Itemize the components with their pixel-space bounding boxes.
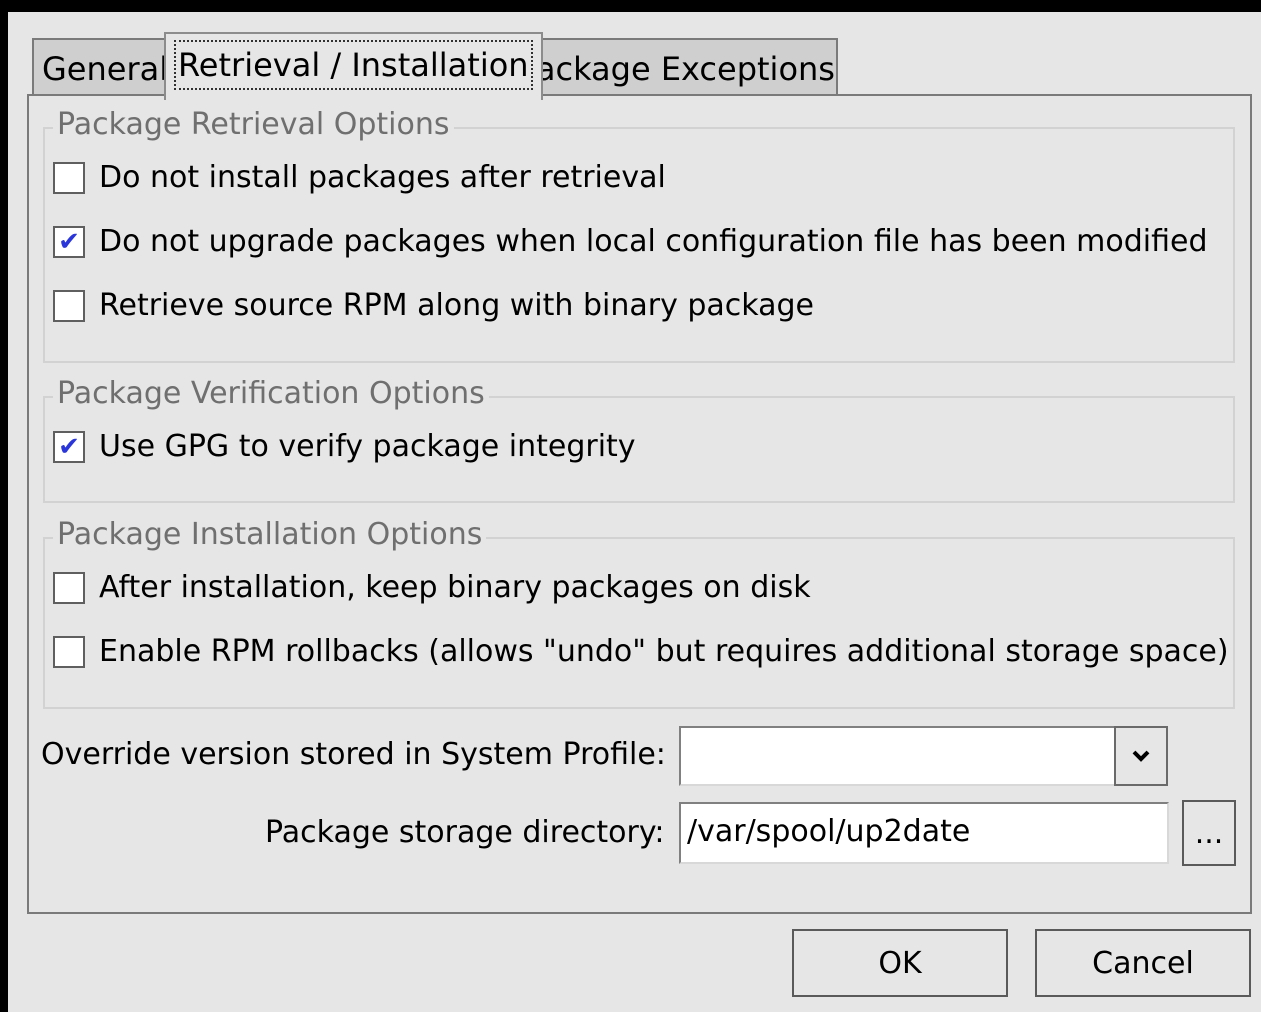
keep-binary-checkbox[interactable]: [53, 572, 85, 604]
enable-rpm-rollbacks-option[interactable]: Enable RPM rollbacks (allows "undo" but …: [53, 632, 1229, 672]
storage-directory-label: Package storage directory:: [265, 815, 665, 850]
retrieval-options-title: Package Retrieval Options: [53, 107, 454, 143]
override-version-dropdown-button[interactable]: [1114, 726, 1168, 786]
cancel-button[interactable]: Cancel: [1035, 929, 1251, 997]
installation-options-frame: Package Installation Options After insta…: [43, 517, 1235, 709]
rollbacks-label: Enable RPM rollbacks (allows "undo" but …: [99, 634, 1229, 669]
ok-button[interactable]: OK: [792, 929, 1008, 997]
rollbacks-checkbox[interactable]: [53, 636, 85, 668]
no-upgrade-checkbox[interactable]: ✔: [53, 226, 85, 258]
check-icon: ✔: [58, 227, 80, 257]
use-gpg-label: Use GPG to verify package integrity: [99, 429, 636, 464]
storage-directory-input[interactable]: /var/spool/up2date: [679, 802, 1169, 864]
chevron-down-icon: [1132, 750, 1150, 762]
retrieval-options-frame: Package Retrieval Options Do not install…: [43, 107, 1235, 363]
check-icon: ✔: [58, 432, 80, 462]
override-version-label: Override version stored in System Profil…: [41, 737, 666, 772]
override-version-input[interactable]: [679, 726, 1117, 786]
keep-binary-packages-option[interactable]: After installation, keep binary packages…: [53, 568, 811, 608]
verification-options-frame: Package Verification Options ✔ Use GPG t…: [43, 376, 1235, 503]
use-gpg-checkbox[interactable]: ✔: [53, 431, 85, 463]
retrieve-source-label: Retrieve source RPM along with binary pa…: [99, 288, 815, 323]
browse-directory-button[interactable]: ...: [1182, 800, 1236, 866]
installation-options-title: Package Installation Options: [53, 517, 487, 553]
verification-options-title: Package Verification Options: [53, 376, 489, 412]
use-gpg-option[interactable]: ✔ Use GPG to verify package integrity: [53, 427, 636, 467]
tab-panel: Package Retrieval Options Do not install…: [27, 94, 1252, 914]
no-install-checkbox[interactable]: [53, 162, 85, 194]
no-upgrade-modified-config-option[interactable]: ✔ Do not upgrade packages when local con…: [53, 222, 1208, 262]
tab-general[interactable]: General: [32, 38, 179, 100]
retrieve-source-rpm-option[interactable]: Retrieve source RPM along with binary pa…: [53, 286, 814, 326]
no-upgrade-label: Do not upgrade packages when local confi…: [99, 224, 1208, 259]
no-install-label: Do not install packages after retrieval: [99, 160, 666, 195]
keep-binary-label: After installation, keep binary packages…: [99, 570, 811, 605]
tab-retrieval-installation[interactable]: Retrieval / Installation: [164, 32, 543, 100]
retrieve-source-checkbox[interactable]: [53, 290, 85, 322]
tab-package-exceptions[interactable]: Package Exceptions: [508, 38, 838, 100]
no-install-after-retrieval-option[interactable]: Do not install packages after retrieval: [53, 158, 666, 198]
preferences-dialog: General Retrieval / Installation Package…: [8, 12, 1261, 1012]
